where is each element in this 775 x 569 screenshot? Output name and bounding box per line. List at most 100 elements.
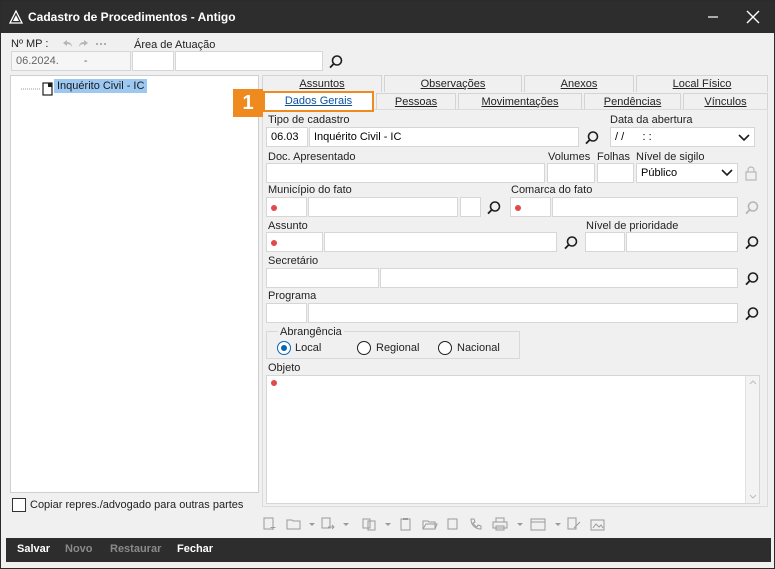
transfer-icon[interactable] [319, 516, 337, 532]
tab-pendencias-label: Pendências [603, 96, 662, 108]
municipio-code-field[interactable] [266, 197, 307, 217]
close-button[interactable] [733, 1, 773, 33]
edit-document-icon[interactable] [565, 516, 583, 532]
doc-apresentado-field[interactable] [266, 163, 545, 183]
minimize-button[interactable] [694, 1, 732, 33]
calendar-dropdown-icon[interactable] [549, 516, 561, 532]
title-bar[interactable]: Cadastro de Procedimentos - Antigo [1, 1, 774, 33]
novo-button[interactable]: Novo [65, 543, 93, 555]
tab-anexos-label: Anexos [560, 78, 598, 90]
tab-observacoes[interactable]: Observações [384, 75, 522, 92]
tab-vinculos[interactable]: Vínculos [683, 93, 768, 110]
prioridade-name-field[interactable] [626, 232, 738, 252]
nivel-sigilo-chevron-down-icon[interactable] [719, 165, 735, 181]
data-abertura-chevron-down-icon[interactable] [736, 130, 752, 146]
municipio-search-icon[interactable] [486, 200, 502, 216]
folder-open-icon[interactable] [421, 516, 439, 532]
municipio-name-field[interactable] [308, 197, 458, 217]
more-options-icon[interactable] [93, 36, 109, 52]
programa-code-field[interactable] [266, 303, 307, 323]
radio-regional[interactable] [357, 341, 371, 355]
area-search-icon[interactable] [328, 54, 344, 70]
copy-repres-checkbox[interactable] [12, 498, 26, 512]
volumes-field[interactable] [547, 163, 595, 183]
folhas-label: Folhas [597, 151, 631, 163]
comarca-required-icon [515, 205, 521, 211]
radio-nacional-label[interactable]: Nacional [457, 342, 500, 354]
procedure-tree[interactable]: Inquérito Civil - IC [10, 75, 259, 493]
redo-icon[interactable] [76, 36, 92, 52]
comarca-code-field[interactable] [510, 197, 551, 217]
tab-local-fisico[interactable]: Local Físico [636, 75, 768, 92]
objeto-textarea[interactable] [266, 375, 760, 504]
clipboard-icon[interactable] [397, 516, 415, 532]
calendar-icon[interactable] [529, 516, 547, 532]
add-document-icon[interactable] [261, 516, 279, 532]
attachment-icon[interactable] [445, 516, 463, 532]
programa-label: Programa [268, 290, 317, 302]
tab-local-fisico-label: Local Físico [672, 78, 732, 90]
radio-nacional[interactable] [438, 341, 452, 355]
programa-name-field[interactable] [308, 303, 738, 323]
folder-dropdown-icon[interactable] [303, 516, 315, 532]
comarca-search-icon[interactable] [744, 200, 760, 216]
secretario-name-field[interactable] [380, 268, 738, 288]
programa-search-icon[interactable] [744, 306, 760, 322]
prioridade-search-icon[interactable] [744, 235, 760, 251]
municipio-uf-field[interactable] [460, 197, 481, 217]
tipo-cadastro-search-icon[interactable] [584, 130, 600, 146]
phone-icon[interactable] [467, 516, 485, 532]
tab-assuntos-label: Assuntos [299, 78, 345, 90]
tipo-cadastro-name-field[interactable]: Inquérito Civil - IC [309, 127, 579, 147]
tipo-cadastro-code-field[interactable]: 06.03 [266, 127, 308, 147]
secretario-search-icon[interactable] [744, 271, 760, 287]
assunto-search-icon[interactable] [563, 235, 579, 251]
assunto-code-field[interactable] [266, 232, 323, 252]
tab-pendencias[interactable]: Pendências [584, 93, 681, 110]
prioridade-code-field[interactable] [585, 232, 625, 252]
area-code-field[interactable] [132, 51, 174, 71]
copy-documents-icon[interactable] [361, 516, 379, 532]
mp-number-field[interactable]: 06.2024. - [11, 51, 131, 71]
lock-icon[interactable] [743, 165, 759, 181]
objeto-scrollbar[interactable] [745, 376, 759, 503]
tipo-cadastro-label: Tipo de cadastro [268, 114, 350, 126]
data-abertura-label: Data da abertura [610, 114, 693, 126]
comarca-name-field[interactable] [552, 197, 738, 217]
nivel-sigilo-label: Nível de sigilo [636, 151, 705, 163]
tree-item-inquerito-civil[interactable]: Inquérito Civil - IC [54, 79, 148, 93]
data-abertura-value: / / : : [615, 131, 652, 143]
area-label: Área de Atuação [134, 39, 216, 51]
tab-vinculos-label: Vínculos [704, 96, 747, 108]
folhas-field[interactable] [597, 163, 634, 183]
tab-pessoas[interactable]: Pessoas [376, 93, 456, 110]
undo-icon[interactable] [59, 36, 75, 52]
salvar-button[interactable]: Salvar [17, 543, 50, 555]
print-dropdown-icon[interactable] [511, 516, 523, 532]
step-badge: 1 [233, 89, 263, 117]
secretario-code-field[interactable] [266, 268, 379, 288]
image-document-icon[interactable] [589, 516, 607, 532]
copy-repres-label[interactable]: Copiar repres./advogado para outras part… [30, 499, 243, 511]
tab-movimentacoes[interactable]: Movimentações [458, 93, 582, 110]
data-abertura-field[interactable]: / / : : [610, 127, 755, 147]
app-logo-icon [8, 9, 24, 24]
restaurar-button[interactable]: Restaurar [110, 543, 161, 555]
radio-local-label[interactable]: Local [295, 342, 321, 354]
tree-connector [21, 82, 53, 96]
tab-anexos[interactable]: Anexos [524, 75, 634, 92]
tab-dados-gerais-label: Dados Gerais [284, 95, 353, 107]
radio-regional-label[interactable]: Regional [376, 342, 419, 354]
tab-assuntos[interactable]: Assuntos [262, 75, 382, 92]
assunto-name-field[interactable] [324, 232, 557, 252]
folder-icon[interactable] [285, 516, 303, 532]
tab-pessoas-label: Pessoas [394, 96, 438, 108]
print-icon[interactable] [491, 516, 509, 532]
fechar-button[interactable]: Fechar [177, 543, 213, 555]
area-name-field[interactable] [175, 51, 323, 71]
copy-dropdown-icon[interactable] [379, 516, 391, 532]
transfer-dropdown-icon[interactable] [337, 516, 349, 532]
abrangencia-label: Abrangência [278, 326, 344, 338]
radio-local[interactable] [277, 341, 291, 355]
tab-dados-gerais[interactable]: Dados Gerais [263, 91, 374, 112]
